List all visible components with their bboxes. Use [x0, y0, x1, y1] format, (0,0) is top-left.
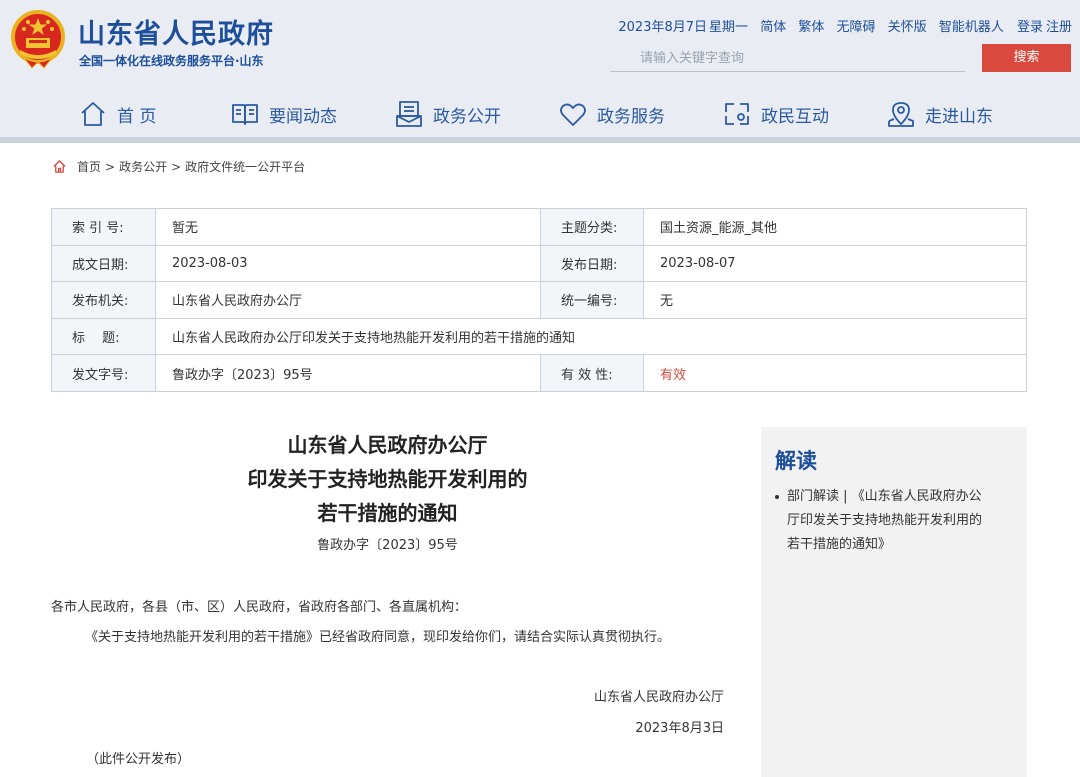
current-weekday: 星期一: [709, 20, 749, 35]
validity-label: 有 效 性:: [540, 354, 644, 392]
bullet-icon: [775, 495, 779, 499]
elderly-care-mode-link[interactable]: 关怀版: [888, 20, 927, 35]
index-value: 暂无: [155, 208, 541, 246]
document-title: 山东省人民政府办公厅 印发关于支持地热能开发利用的 若干措施的通知: [220, 428, 555, 530]
interpretation-title: 解读: [775, 449, 817, 473]
validity-value: 有效: [643, 354, 1027, 392]
document-date: 2023年8月3日: [635, 721, 724, 736]
interpretation-link-line: 厅印发关于支持地热能开发利用的: [787, 513, 983, 528]
news-icon: [232, 104, 258, 125]
simplified-chinese-link[interactable]: 简体: [760, 20, 786, 35]
document-title-line: 山东省人民政府办公厅: [287, 433, 488, 457]
written-date-value: 2023-08-03: [155, 244, 541, 283]
nav-label: 走进山东: [925, 106, 993, 127]
nav-item-news[interactable]: 要闻动态: [230, 96, 337, 132]
published-date-label: 发布日期:: [540, 244, 644, 283]
document-signer: 山东省人民政府办公厅: [593, 690, 724, 705]
nav-item-gov-open[interactable]: 政务公开: [394, 96, 501, 132]
serial-label: 统一编号:: [540, 281, 644, 319]
serial-value: 无: [643, 281, 1027, 319]
document-number: 鲁政办字〔2023〕95号: [317, 538, 458, 553]
doc-number-value: 鲁政办字〔2023〕95号: [155, 354, 541, 392]
table-row: 成文日期: 2023-08-03 发布日期: 2023-08-07: [51, 244, 1027, 283]
topic-label: 主题分类:: [540, 208, 644, 246]
location-icon: [888, 102, 914, 127]
register-link[interactable]: 注册: [1046, 20, 1072, 35]
nav-item-shandong[interactable]: 走进山东: [886, 96, 993, 132]
written-date-label: 成文日期:: [51, 244, 156, 283]
nav-item-home[interactable]: 首 页: [78, 96, 156, 132]
document-title-line: 印发关于支持地热能开发利用的: [247, 467, 528, 491]
doc-number-label: 发文字号:: [51, 354, 156, 392]
search-input[interactable]: [610, 44, 965, 72]
table-row: 标 题: 山东省人民政府办公厅印发关于支持地热能开发利用的若干措施的通知: [51, 317, 1027, 356]
interpretation-link-line: 若干措施的通知》: [787, 537, 892, 552]
document-title-line: 若干措施的通知: [317, 501, 458, 525]
site-header: 山东省人民政府 全国一体化在线政务服务平台·山东 2023年8月7日 星期一 简体…: [0, 0, 1080, 137]
login-link[interactable]: 登录: [1017, 20, 1043, 35]
nav-label: 政务公开: [433, 106, 501, 127]
open-gov-icon: [396, 101, 422, 127]
interpretation-panel: 解读 部门解读 | 《山东省人民政府办公 厅印发关于支持地热能开发利用的 若干措…: [761, 427, 1027, 777]
nav-item-interaction[interactable]: 政民互动: [722, 96, 829, 132]
table-row: 发文字号: 鲁政办字〔2023〕95号 有 效 性: 有效: [51, 354, 1027, 392]
nav-label: 要闻动态: [269, 106, 337, 127]
published-date-value: 2023-08-07: [643, 244, 1027, 283]
document-note: （此件公开发布）: [86, 752, 191, 767]
title-value: 山东省人民政府办公厅印发关于支持地热能开发利用的若干措施的通知: [155, 317, 1027, 356]
national-emblem-icon: [11, 10, 65, 69]
breadcrumb-gov-open[interactable]: 政务公开: [119, 158, 167, 175]
breadcrumb: 首页 > 政务公开 > 政府文件统一公开平台: [52, 158, 305, 175]
table-row: 发布机关: 山东省人民政府办公厅 统一编号: 无: [51, 281, 1027, 319]
top-links: 2023年8月7日 星期一 简体 繁体 无障碍 关怀版 智能机器人 登录 注册: [618, 16, 1072, 35]
breadcrumb-separator: >: [105, 159, 116, 174]
breadcrumb-home[interactable]: 首页: [77, 158, 101, 175]
index-label: 索 引 号:: [51, 208, 156, 246]
heart-service-icon: [560, 103, 586, 126]
interpretation-link[interactable]: 部门解读 | 《山东省人民政府办公 厅印发关于支持地热能开发利用的 若干措施的通…: [775, 485, 1015, 557]
search-button[interactable]: 搜索: [982, 44, 1071, 72]
home-icon: [81, 102, 105, 126]
nav-label: 政务服务: [597, 106, 665, 127]
site-title[interactable]: 山东省人民政府: [78, 12, 274, 51]
table-row: 索 引 号: 暂无 主题分类: 国土资源_能源_其他: [51, 208, 1027, 246]
document-body: 《关于支持地热能开发利用的若干措施》已经省政府同意，现印发给你们，请结合实际认真…: [85, 630, 671, 645]
issuer-value: 山东省人民政府办公厅: [155, 281, 541, 319]
nav-label: 首 页: [117, 106, 157, 127]
title-label: 标 题:: [51, 317, 156, 356]
traditional-chinese-link[interactable]: 繁体: [798, 20, 824, 35]
document-addressee: 各市人民政府，各县（市、区）人民政府，省政府各部门、各直属机构：: [51, 600, 468, 615]
issuer-label: 发布机关:: [51, 281, 156, 319]
main-nav: 首 页 要闻动态 政务公开 政务服务 政民互动 走进山东: [0, 92, 1080, 136]
nav-item-gov-service[interactable]: 政务服务: [558, 96, 665, 132]
current-date: 2023年8月7日: [618, 20, 708, 35]
breadcrumb-separator: >: [171, 159, 182, 174]
home-icon: [53, 160, 66, 173]
header-divider: [0, 137, 1080, 143]
document-info-table: 索 引 号: 暂无 主题分类: 国土资源_能源_其他 成文日期: 2023-08…: [51, 208, 1027, 392]
topic-value: 国土资源_能源_其他: [643, 208, 1027, 246]
interpretation-link-line: 部门解读 | 《山东省人民政府办公: [787, 489, 982, 504]
nav-label: 政民互动: [761, 106, 829, 127]
accessibility-link[interactable]: 无障碍: [837, 20, 876, 35]
interaction-icon: [725, 103, 749, 125]
breadcrumb-current[interactable]: 政府文件统一公开平台: [185, 158, 305, 175]
smart-robot-link[interactable]: 智能机器人: [939, 20, 1004, 35]
site-subtitle: 全国一体化在线政务服务平台·山东: [79, 54, 264, 68]
